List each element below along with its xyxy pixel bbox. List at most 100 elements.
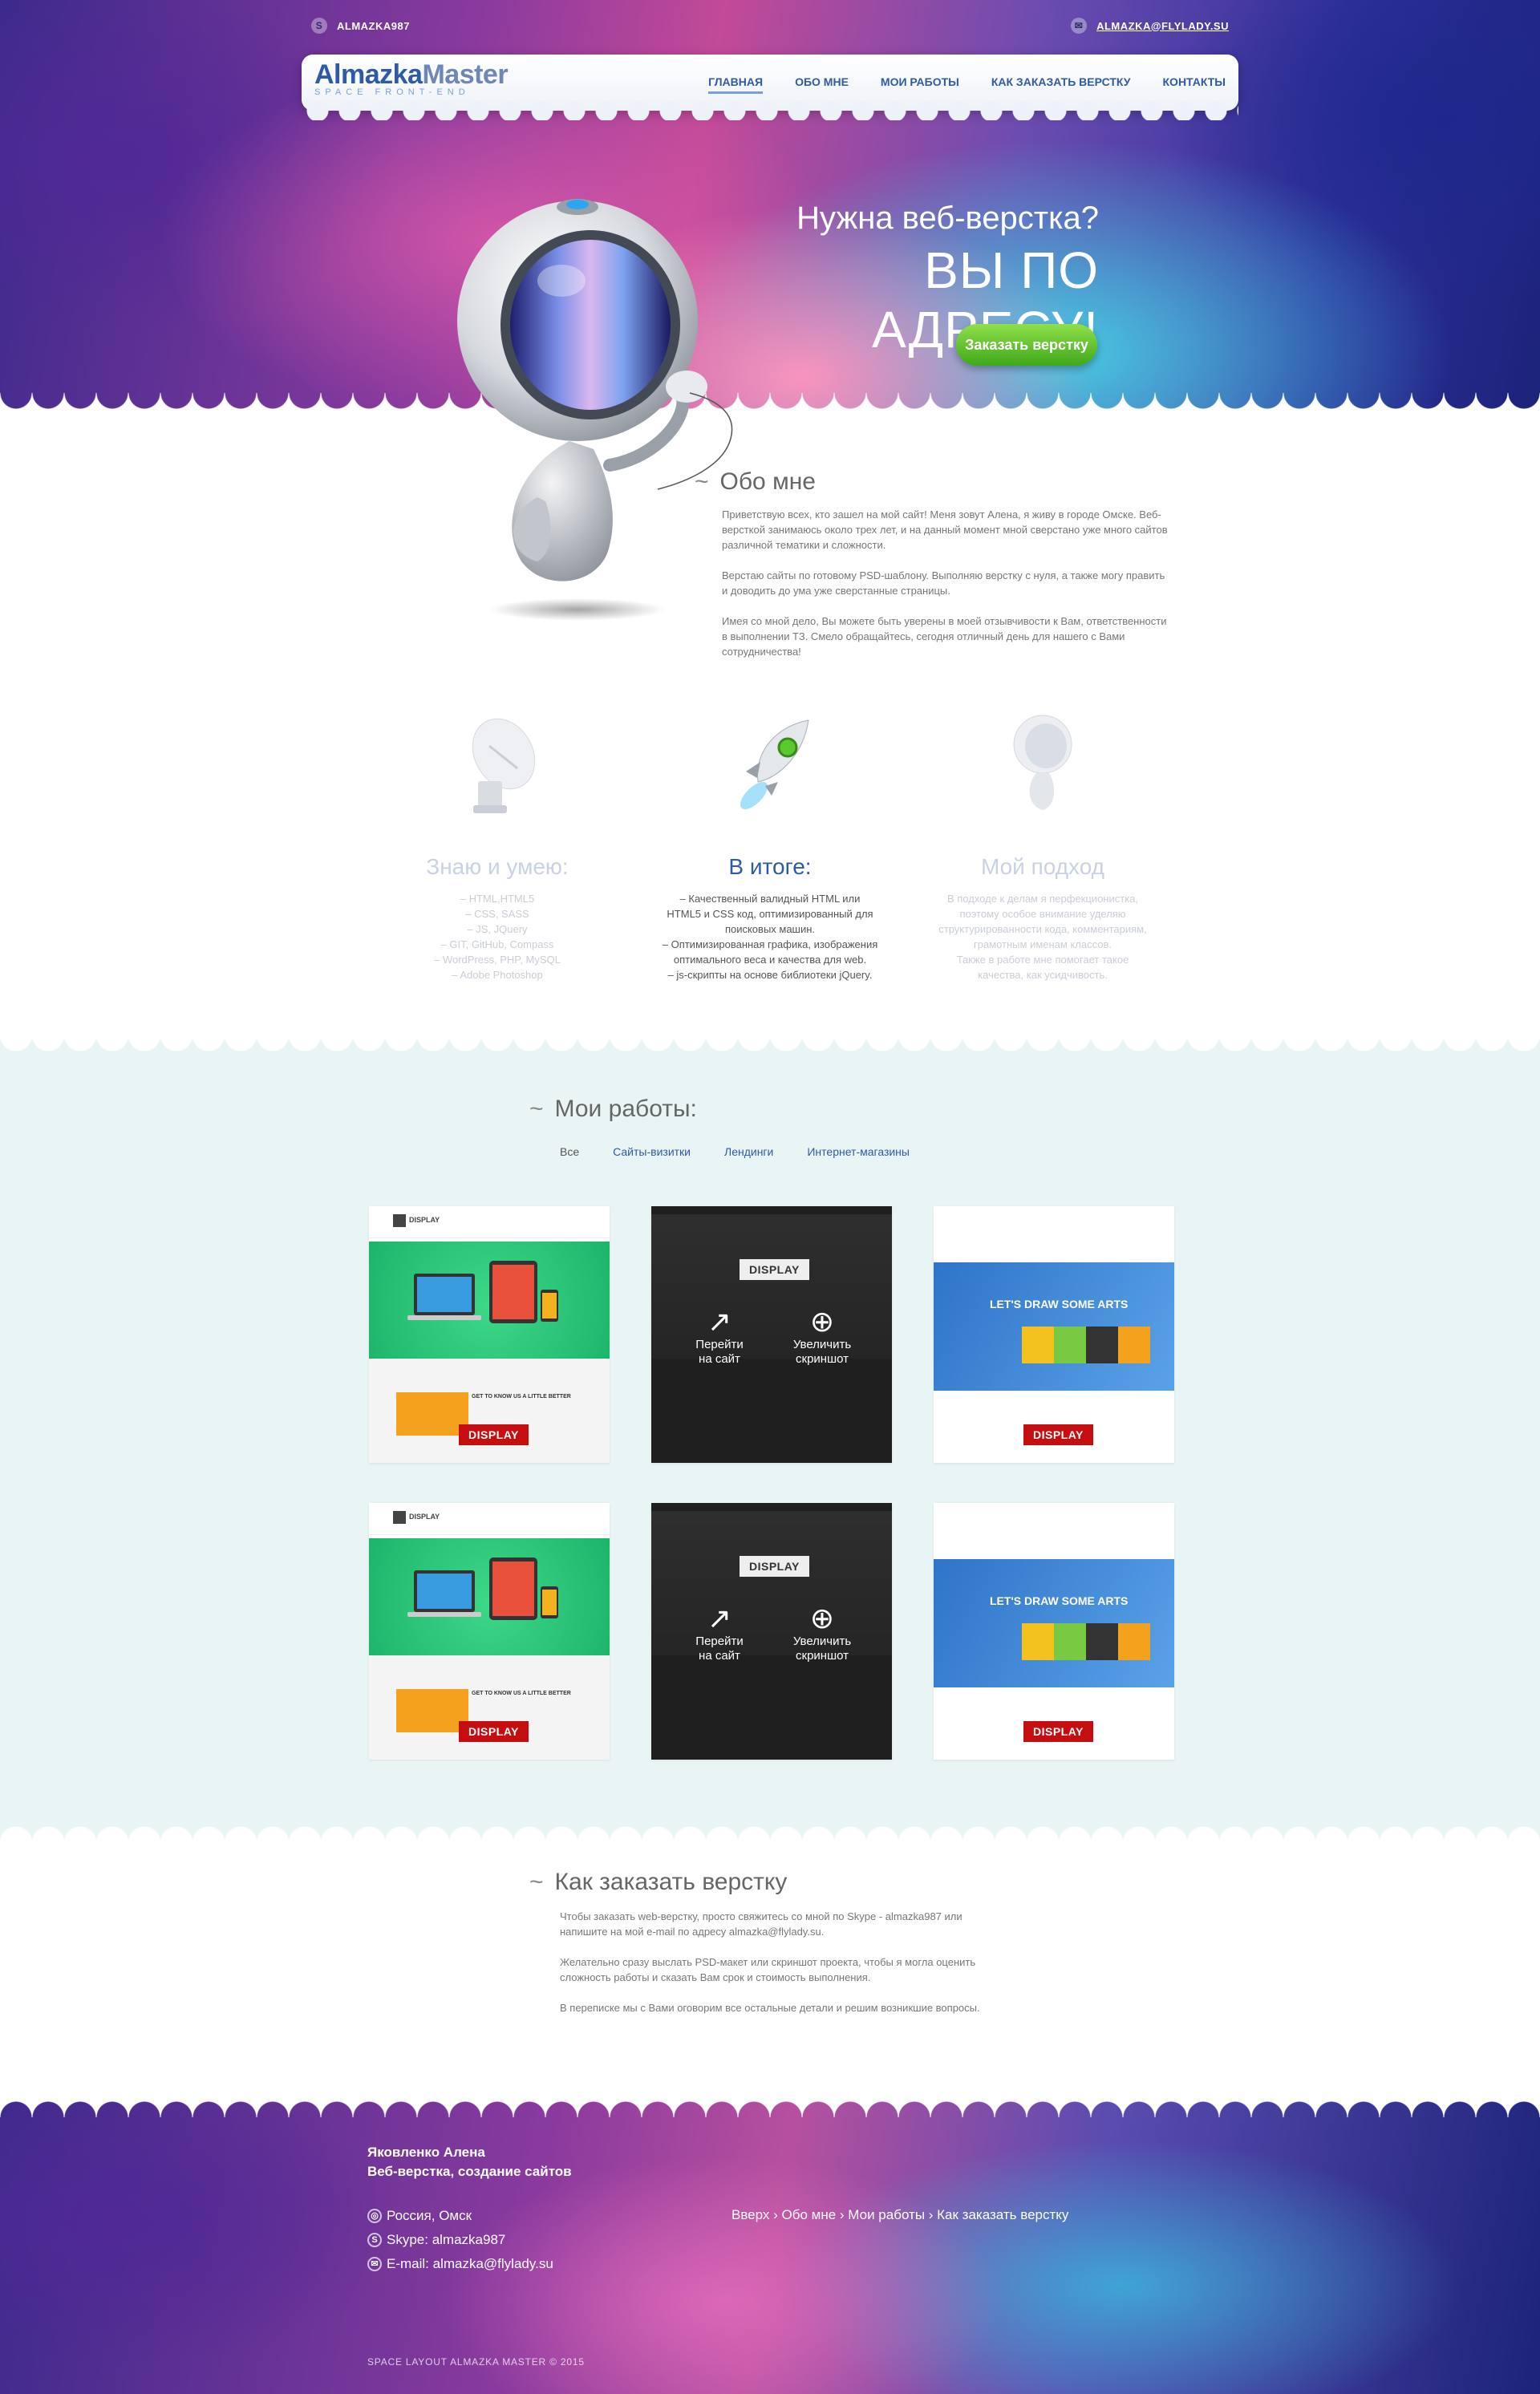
thumb-header: DISPLAY	[369, 1503, 610, 1535]
thumb-header	[934, 1206, 1174, 1262]
footer-author: Яковленко Алена Веб-верстка, создание са…	[367, 2143, 572, 2181]
top-email[interactable]: ✉ ALMAZKA@FLYLADY.SU	[1071, 18, 1229, 34]
footer-email[interactable]: ✉ E-mail: almazka@flylady.su	[367, 2252, 553, 2276]
order-title: ~ Как заказать верстку	[529, 1869, 787, 1896]
hero-subtitle: Нужна веб-верстка?	[796, 201, 1099, 236]
video-block	[396, 1689, 468, 1732]
order-paragraph: Желательно сразу выслать PSD-макет или с…	[560, 1956, 976, 1983]
thumb-cards	[1022, 1327, 1150, 1363]
filter-business-cards[interactable]: Сайты-визитки	[613, 1145, 691, 1158]
footer-wave	[0, 2085, 1540, 2117]
footer-email-text: E-mail: almazka@flylady.su	[387, 2256, 553, 2271]
work-thumb[interactable]: DISPLAY GET TO KNOW US A LITTLE BETTER D…	[369, 1503, 610, 1760]
logo-part1: Almazka	[314, 59, 423, 90]
zoom-label: скриншот	[796, 1649, 849, 1663]
footer-nav[interactable]: Вверх › Обо мне › Мои работы › Как заказ…	[732, 2207, 1068, 2223]
logo[interactable]: AlmazkaMaster SPACE FRONT-END	[314, 59, 509, 97]
footer-location: ◎ Россия, Омск	[367, 2204, 553, 2228]
nav-item-about[interactable]: ОБО МНЕ	[795, 75, 849, 94]
feature-line: – JS, JQuery	[467, 923, 528, 935]
hero-section: S ALMAZKA987 ✉ ALMAZKA@FLYLADY.SU Almazk…	[0, 0, 1540, 425]
top-email-text[interactable]: ALMAZKA@FLYLADY.SU	[1096, 20, 1229, 32]
zoom-screenshot-button[interactable]: ⊕ Увеличить скриншот	[778, 1602, 866, 1663]
nav-item-works[interactable]: МОИ РАБОТЫ	[881, 75, 959, 94]
feature-line: – Оптимизированная графика, изображения	[662, 938, 878, 950]
feature-line: HTML5 и CSS код, оптимизированный для	[667, 908, 873, 920]
feature-title: Знаю и умею:	[426, 854, 569, 879]
footer-skype-text: Skype: almazka987	[387, 2232, 506, 2247]
feature-title: Мой подход	[980, 854, 1105, 879]
feature-line: Также в работе мне помогает такое	[956, 954, 1129, 966]
feature-line: структурированности кода, комментариям,	[938, 923, 1147, 935]
feature-approach: Мой подход В подходе к делам я перфекцио…	[922, 706, 1163, 982]
feature-line: оптимального веса и качества для web.	[673, 954, 867, 966]
nav-item-order[interactable]: КАК ЗАКАЗАТЬ ВЕРСТКУ	[991, 75, 1131, 94]
feature-text: В подходе к делам я перфекционистка, поэ…	[922, 891, 1163, 982]
skype-icon: S	[367, 2233, 382, 2247]
top-skype[interactable]: S ALMAZKA987	[311, 18, 410, 34]
about-paragraph: Верстаю сайты по готовому PSD-шаблону. В…	[722, 569, 1165, 597]
feature-line: – WordPress, PHP, MySQL	[434, 954, 561, 966]
feature-text: – Качественный валидный HTML или HTML5 и…	[650, 891, 890, 982]
navbar: AlmazkaMaster SPACE FRONT-END ГЛАВНАЯ ОБ…	[302, 55, 1238, 120]
feature-result: В итоге: – Качественный валидный HTML ил…	[650, 706, 890, 982]
works-wave-bottom	[0, 1811, 1540, 1843]
thumb-cards	[1022, 1623, 1150, 1660]
tilde-icon: ~	[529, 1096, 544, 1122]
goto-site-button[interactable]: ↗ Перейти на сайт	[675, 1602, 764, 1663]
thumb-heading: LET'S DRAW SOME ARTS	[990, 1594, 1129, 1607]
main-menu: ГЛАВНАЯ ОБО МНЕ МОИ РАБОТЫ КАК ЗАКАЗАТЬ …	[708, 75, 1226, 94]
skype-icon: S	[311, 18, 327, 34]
about-text: Приветствую всех, кто зашел на мой сайт!…	[722, 507, 1171, 674]
nav-item-home[interactable]: ГЛАВНАЯ	[708, 75, 764, 94]
order-button[interactable]: Заказать верстку	[956, 324, 1097, 366]
rocket-icon	[740, 719, 809, 810]
about-paragraph: Имея со мной дело, Вы можете быть уверен…	[722, 615, 1167, 658]
goto-site-button[interactable]: ↗ Перейти на сайт	[675, 1306, 764, 1367]
order-paragraph: Чтобы заказать web-верстку, просто свяжи…	[560, 1910, 962, 1938]
display-badge: DISPLAY	[459, 1424, 529, 1445]
order-text: Чтобы заказать web-верстку, просто свяжи…	[560, 1909, 1009, 2031]
video-block	[396, 1392, 468, 1436]
about-paragraph: Приветствую всех, кто зашел на мой сайт!…	[722, 508, 1168, 551]
devices-icon	[407, 1558, 558, 1620]
thumb-body: GET TO KNOW US A LITTLE BETTER	[369, 1655, 610, 1760]
footer-contacts: ◎ Россия, Омск S Skype: almazka987 ✉ E-mail…	[367, 2204, 553, 2276]
nav-item-contacts[interactable]: КОНТАКТЫ	[1163, 75, 1226, 94]
work-thumb-hover[interactable]: DISPLAY ↗ Перейти на сайт ⊕ Увеличить ск…	[651, 1206, 892, 1463]
thumb-heading: LET'S DRAW SOME ARTS	[990, 1298, 1129, 1310]
zoom-screenshot-button[interactable]: ⊕ Увеличить скриншот	[778, 1306, 866, 1367]
top-bar: S ALMAZKA987 ✉ ALMAZKA@FLYLADY.SU	[311, 18, 1229, 37]
zoom-icon: ⊕	[809, 1602, 835, 1634]
work-thumb-hover[interactable]: DISPLAY ↗ Перейти на сайт ⊕ Увеличить ск…	[651, 1503, 892, 1760]
feature-line: грамотным именам классов.	[973, 938, 1112, 950]
thumb-hero	[369, 1242, 610, 1359]
feature-line: – HTML,HTML5	[460, 893, 535, 905]
zoom-label: Увеличить	[792, 1634, 852, 1648]
goto-label: на сайт	[699, 1649, 740, 1663]
share-arrow-icon: ↗	[707, 1305, 732, 1338]
satellite-dish-icon	[472, 718, 536, 813]
filter-shops[interactable]: Интернет-магазины	[807, 1145, 910, 1158]
filter-landings[interactable]: Лендинги	[724, 1145, 773, 1158]
works-title: ~ Мои работы:	[529, 1096, 697, 1123]
work-thumb[interactable]: LET'S DRAW SOME ARTS DISPLAY	[934, 1206, 1174, 1463]
work-thumb[interactable]: DISPLAY GET TO KNOW US A LITTLE BETTER D…	[369, 1206, 610, 1463]
thumb-logo-text: DISPLAY	[409, 1513, 440, 1521]
display-badge: DISPLAY	[459, 1721, 529, 1742]
work-thumb[interactable]: LET'S DRAW SOME ARTS DISPLAY	[934, 1503, 1174, 1760]
works-filters: Все Сайты-визитки Лендинги Интернет-мага…	[560, 1145, 910, 1158]
top-skype-text: ALMAZKA987	[337, 19, 410, 32]
footer-skype[interactable]: S Skype: almazka987	[367, 2228, 553, 2252]
works-title-text: Мои работы:	[554, 1096, 697, 1122]
devices-icon	[407, 1261, 558, 1323]
thumb-header: DISPLAY	[369, 1206, 610, 1238]
feature-line: – GIT, GitHub, Compass	[440, 938, 554, 950]
filter-all[interactable]: Все	[560, 1145, 579, 1158]
feature-line: – js-скрипты на основе библиотеки jQuery…	[667, 969, 873, 981]
goto-label: на сайт	[699, 1352, 740, 1366]
feature-title: В итоге:	[728, 854, 812, 879]
feature-line: В подходе к делам я перфекционистка,	[946, 893, 1139, 905]
zoom-label: Увеличить	[792, 1338, 852, 1351]
feature-line: поисковых машин.	[724, 923, 816, 935]
